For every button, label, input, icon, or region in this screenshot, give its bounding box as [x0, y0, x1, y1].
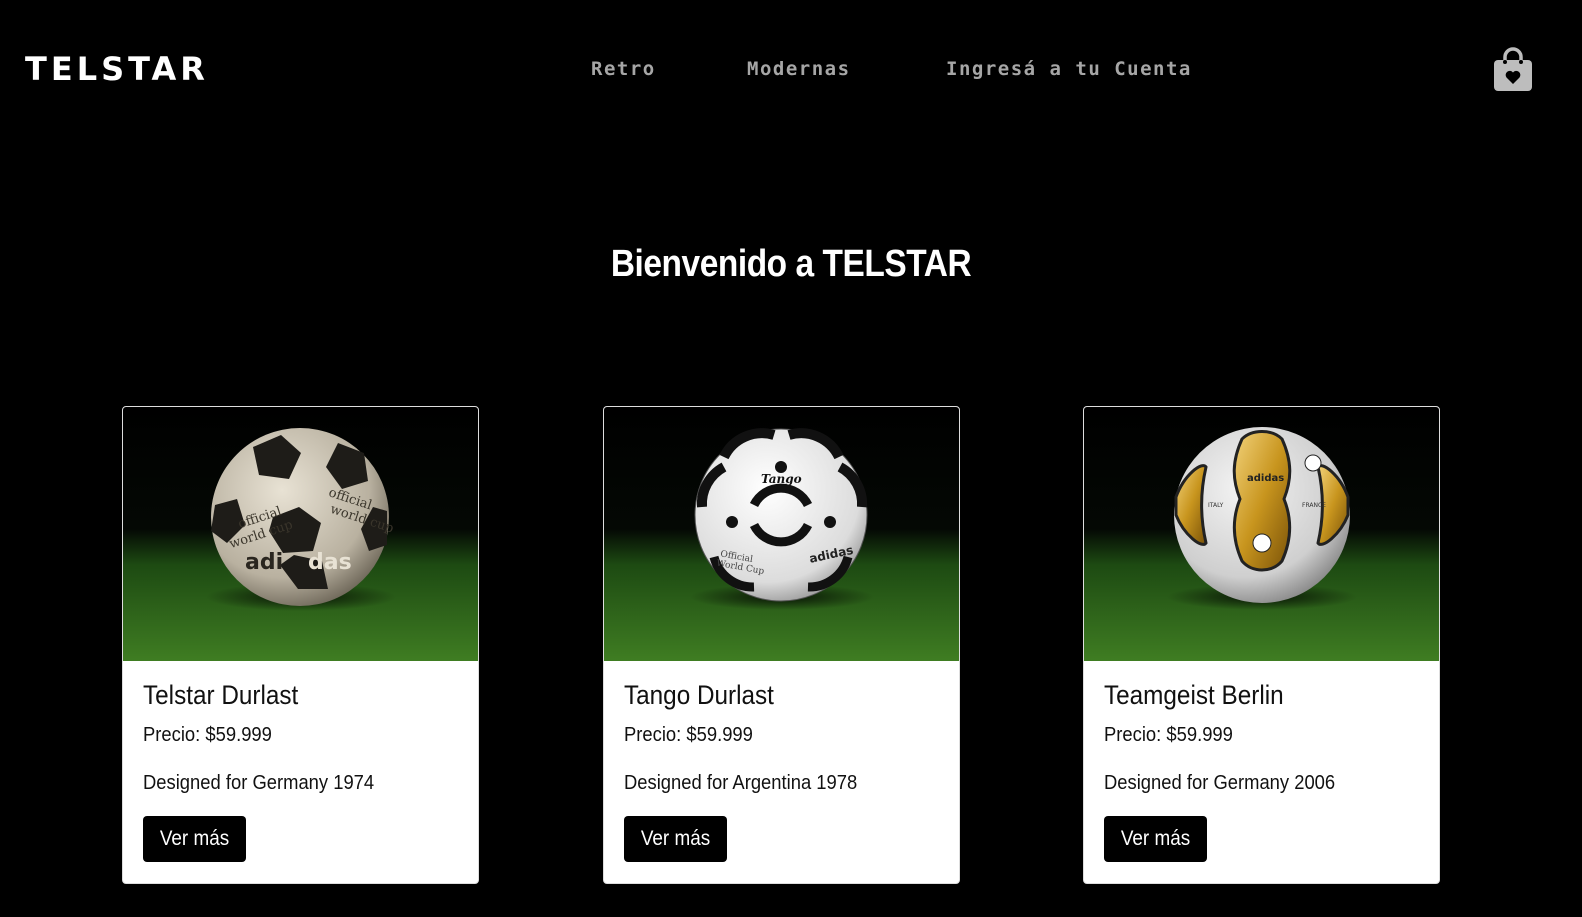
product-name: Teamgeist Berlin	[1104, 680, 1284, 710]
svg-text:FRANCE: FRANCE	[1302, 502, 1326, 509]
ver-mas-label: Ver más	[640, 827, 711, 850]
product-description: Designed for Germany 1974	[143, 772, 375, 794]
page-title: Bienvenido a TELSTAR	[610, 243, 972, 285]
navbar: TELSTAR Retro Modernas Ingresá a tu Cuen…	[0, 0, 1582, 138]
nav-link-retro[interactable]: Retro	[591, 57, 656, 81]
shopping-bag-heart-icon[interactable]	[1492, 46, 1534, 92]
ball-image-teamgeist: adidas ITALY FRANCE	[1084, 407, 1439, 661]
ver-mas-label: Ver más	[159, 827, 230, 850]
cart-icon-graphic	[1494, 47, 1532, 91]
ver-mas-button[interactable]: Ver más	[143, 816, 246, 862]
product-card: Tango Official World Cup adidas Tango Du…	[603, 406, 960, 884]
product-price: Precio: $59.999	[624, 724, 753, 746]
nav-links: Retro Modernas Ingresá a tu Cuenta	[0, 57, 1582, 81]
product-description: Designed for Argentina 1978	[624, 772, 858, 794]
product-name: Tango Durlast	[624, 680, 774, 710]
ver-mas-label: Ver más	[1120, 827, 1191, 850]
ball-image-tango: Tango Official World Cup adidas	[604, 407, 959, 661]
product-price: Precio: $59.999	[143, 724, 272, 746]
product-price: Precio: $59.999	[1104, 724, 1233, 746]
svg-text:das: das	[308, 550, 352, 575]
product-card: official world cup official world cup ad…	[122, 406, 479, 884]
svg-text:ITALY: ITALY	[1208, 502, 1224, 509]
svg-text:adidas: adidas	[1247, 473, 1284, 484]
svg-text:Tango: Tango	[761, 472, 802, 486]
product-card: adidas ITALY FRANCE Teamgeist Berlin Pre…	[1083, 406, 1440, 884]
product-name: Telstar Durlast	[143, 680, 299, 710]
ver-mas-button[interactable]: Ver más	[1104, 816, 1207, 862]
nav-link-account[interactable]: Ingresá a tu Cuenta	[946, 57, 1192, 81]
ver-mas-button[interactable]: Ver más	[624, 816, 727, 862]
product-description: Designed for Germany 2006	[1104, 772, 1336, 794]
svg-text:adi: adi	[245, 550, 283, 575]
ball-image-telstar: official world cup official world cup ad…	[123, 407, 478, 661]
nav-link-modernas[interactable]: Modernas	[747, 57, 851, 81]
